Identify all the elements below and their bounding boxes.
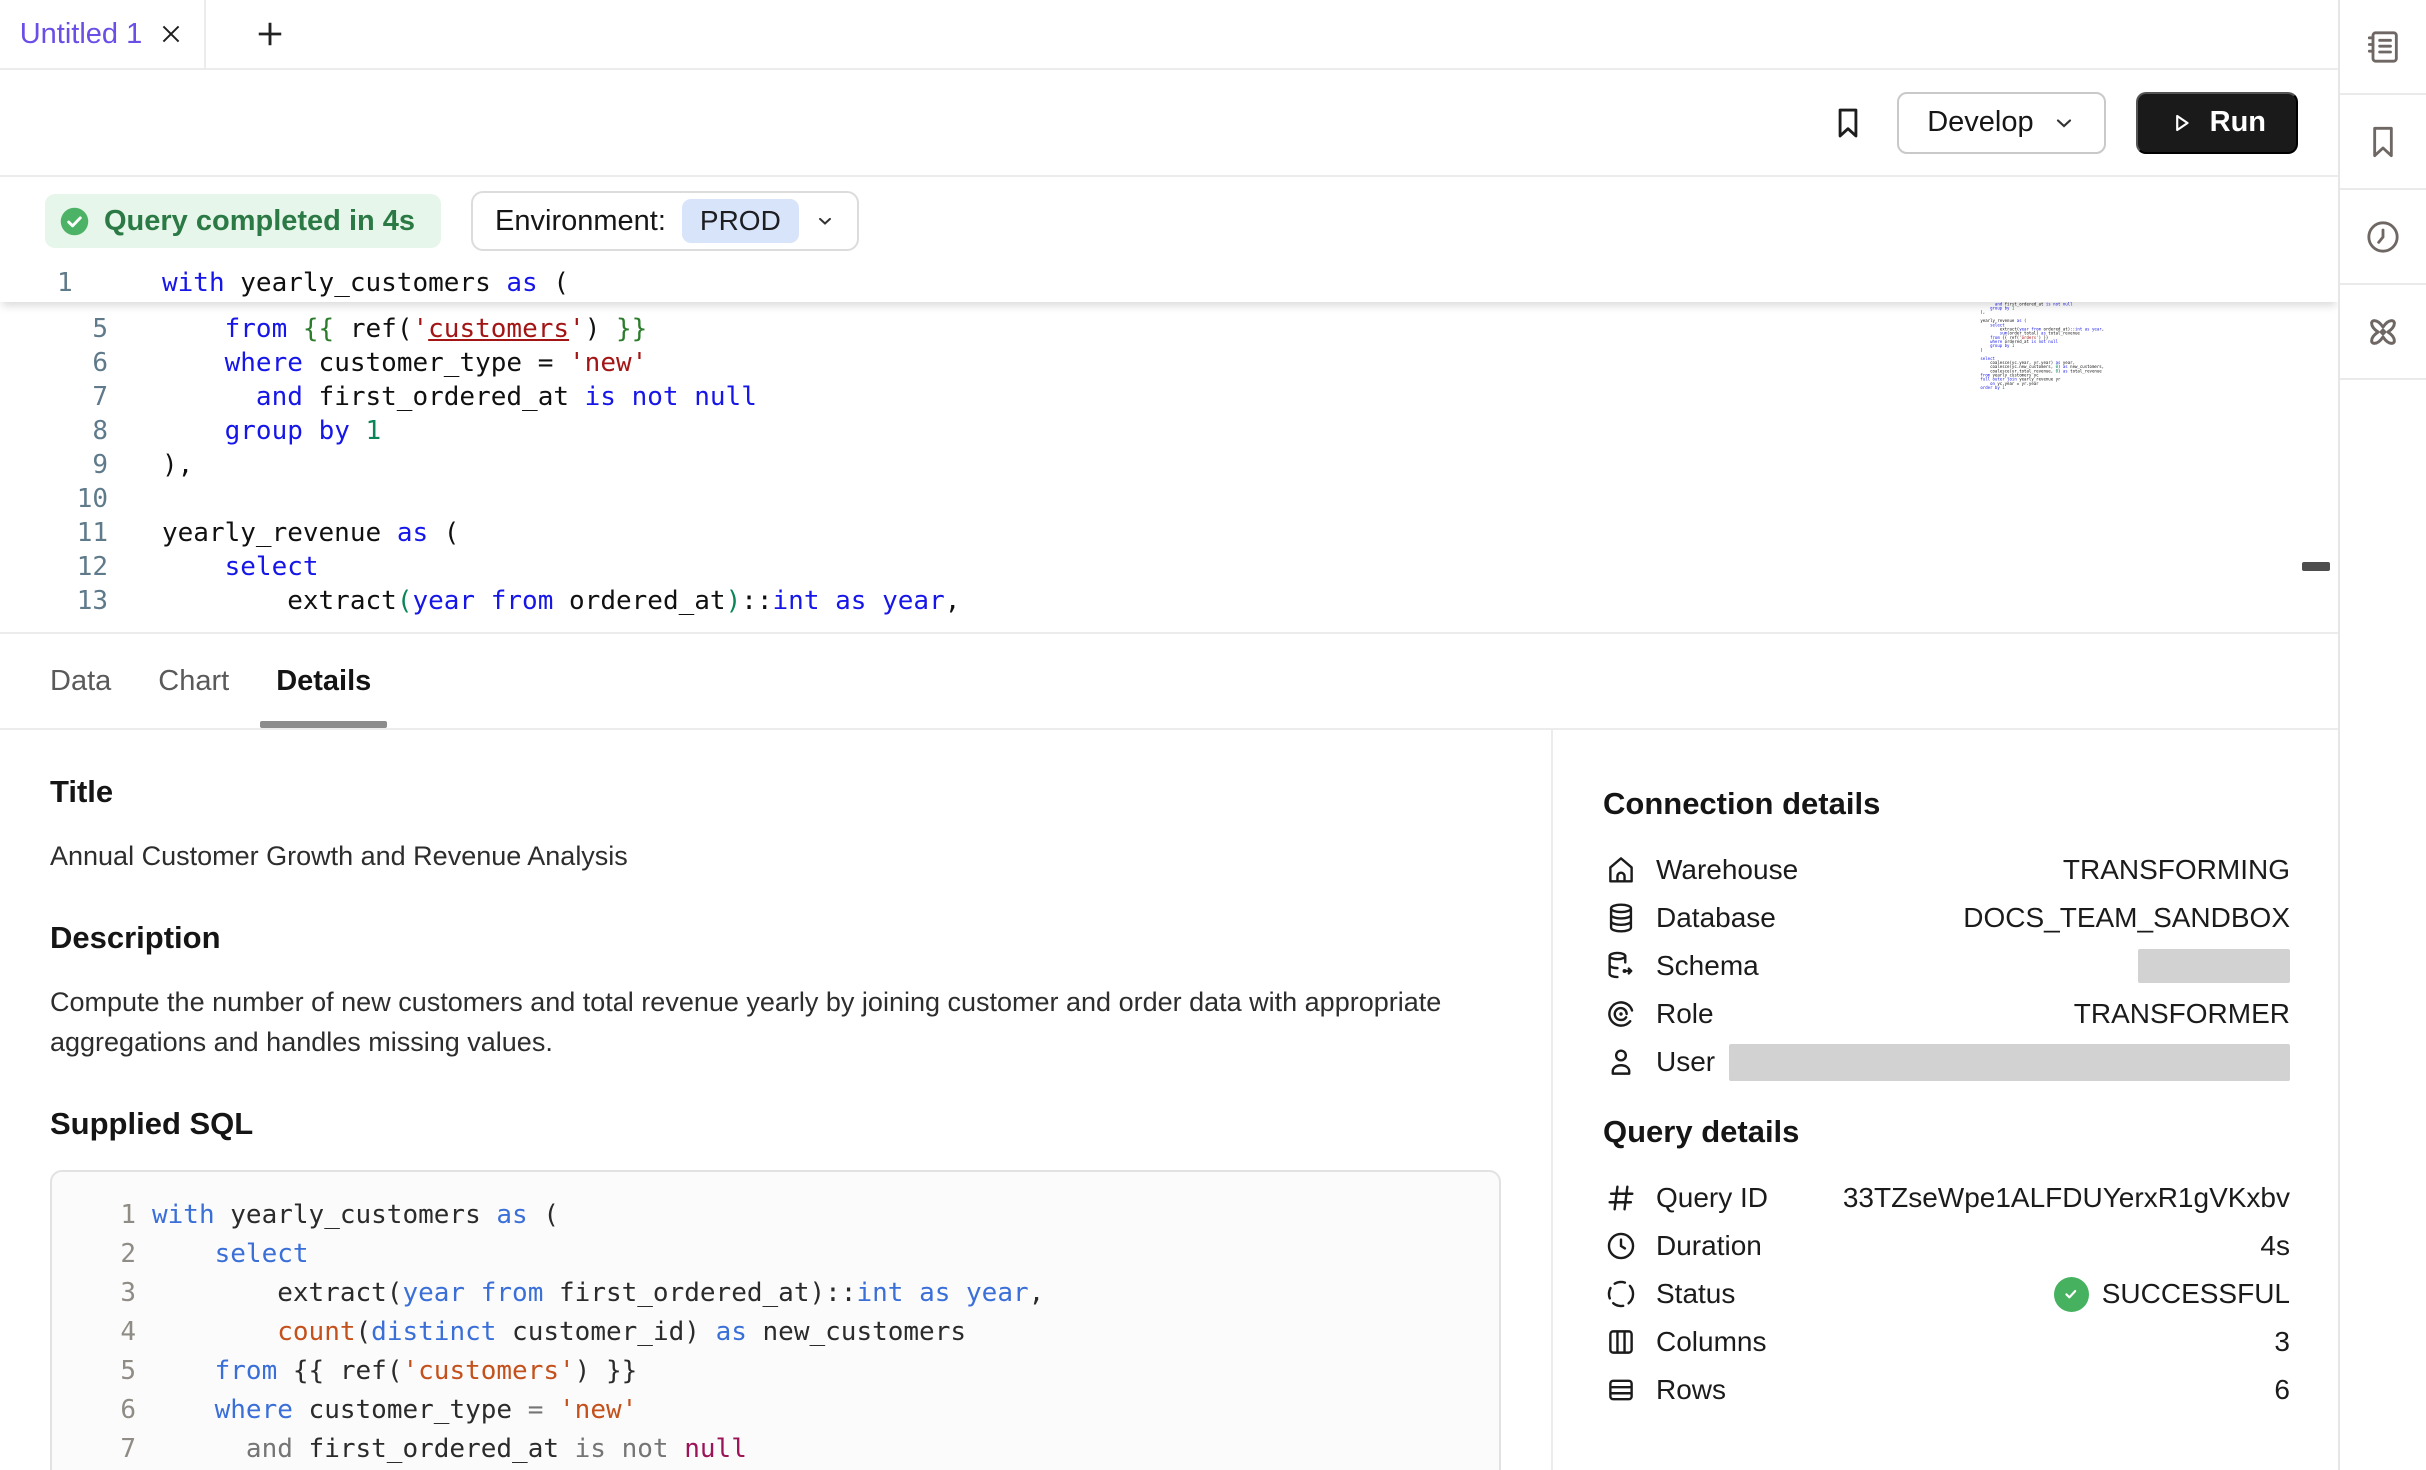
tab-close-icon[interactable] <box>158 21 184 47</box>
columns-icon <box>1603 1324 1639 1360</box>
query-row-id: Query ID 33TZseWpe1ALFDUYerxR1gVKxbv <box>1603 1174 2290 1222</box>
title-heading: Title <box>50 774 1501 810</box>
tab-data[interactable]: Data <box>50 634 111 728</box>
details-left-column: Title Annual Customer Growth and Revenue… <box>0 730 1553 1470</box>
environment-label: Environment: <box>495 205 666 238</box>
develop-dropdown[interactable]: Develop <box>1897 92 2105 154</box>
supplied-sql-code-block: 1with yearly_customers as (2 select3 ext… <box>50 1170 1501 1470</box>
environment-value-chip: PROD <box>682 199 799 243</box>
connection-row-database: Database DOCS_TEAM_SANDBOX <box>1603 894 2290 942</box>
tab-bar: Untitled 1 <box>0 0 2338 70</box>
query-id-value: 33TZseWpe1ALFDUYerxR1gVKxbv <box>1843 1182 2290 1214</box>
details-right-column: Connection details Warehouse TRANSFORMIN… <box>1553 730 2338 1470</box>
status-row: Query completed in 4s Environment: PROD <box>0 177 2338 265</box>
chevron-down-icon <box>815 211 835 231</box>
connection-details-heading: Connection details <box>1603 786 2290 822</box>
user-value-redacted <box>1729 1044 2290 1081</box>
app-window: Untitled 1 Develop Run <box>0 0 2426 1470</box>
columns-value: 3 <box>2274 1326 2290 1358</box>
query-status-pill: Query completed in 4s <box>45 194 441 248</box>
bookmark-icon <box>1829 104 1867 142</box>
semantic-layer-button[interactable] <box>2340 285 2426 380</box>
role-icon <box>1603 996 1639 1032</box>
schema-icon <box>1603 948 1639 984</box>
sql-editor[interactable]: 5 from {{ ref('customers') }}6 where cus… <box>0 265 2338 634</box>
main-area: Untitled 1 Develop Run <box>0 0 2338 1470</box>
history-clock-icon <box>2363 217 2403 257</box>
supplied-sql-heading: Supplied SQL <box>50 1106 1501 1142</box>
connection-row-schema: Schema <box>1603 942 2290 990</box>
tab-details[interactable]: Details <box>276 634 371 728</box>
new-tab-button[interactable] <box>206 0 288 68</box>
query-row-duration: Duration 4s <box>1603 1222 2290 1270</box>
chevron-down-icon <box>2052 111 2076 135</box>
result-tabs: Data Chart Details <box>0 634 2338 730</box>
environment-dropdown[interactable]: Environment: PROD <box>471 191 859 251</box>
rows-icon <box>1603 1372 1639 1408</box>
run-label: Run <box>2210 106 2266 139</box>
duration-value: 4s <box>2260 1230 2290 1262</box>
bookmark-icon <box>2363 122 2403 162</box>
rows-value: 6 <box>2274 1374 2290 1406</box>
title-value: Annual Customer Growth and Revenue Analy… <box>50 836 1501 876</box>
develop-label: Develop <box>1927 106 2033 139</box>
notebook-button[interactable] <box>2340 0 2426 95</box>
tab-untitled-1[interactable]: Untitled 1 <box>0 0 206 68</box>
database-icon <box>1603 900 1639 936</box>
check-circle-icon <box>58 205 91 238</box>
role-value: TRANSFORMER <box>2074 998 2290 1030</box>
description-value: Compute the number of new customers and … <box>50 982 1501 1062</box>
clock-icon <box>1603 1228 1639 1264</box>
plus-icon <box>252 16 288 52</box>
warehouse-icon <box>1603 852 1639 888</box>
toolbar: Develop Run <box>0 70 2338 177</box>
hash-icon <box>1603 1180 1639 1216</box>
mesh-icon <box>2362 311 2404 353</box>
query-status-text: Query completed in 4s <box>104 205 415 238</box>
query-row-columns: Columns 3 <box>1603 1318 2290 1366</box>
editor-scrollbar-thumb[interactable] <box>2302 562 2330 571</box>
description-heading: Description <box>50 920 1501 956</box>
play-icon <box>2168 110 2194 136</box>
query-row-status: Status SUCCESSFUL <box>1603 1270 2290 1318</box>
warehouse-value: TRANSFORMING <box>2063 854 2290 886</box>
query-row-rows: Rows 6 <box>1603 1366 2290 1414</box>
bookmarks-button[interactable] <box>2340 95 2426 190</box>
status-spinner-icon <box>1603 1276 1639 1312</box>
connection-row-user: User <box>1603 1038 2290 1086</box>
query-details-heading: Query details <box>1603 1114 2290 1150</box>
tab-label: Untitled 1 <box>20 18 143 51</box>
editor-sticky-line[interactable]: 1with yearly_customers as ( <box>0 265 2338 302</box>
schema-value-redacted <box>2138 949 2290 983</box>
connection-row-role: Role TRANSFORMER <box>1603 990 2290 1038</box>
notebook-icon <box>2363 27 2403 67</box>
database-value: DOCS_TEAM_SANDBOX <box>1963 902 2290 934</box>
bookmark-button[interactable] <box>1829 104 1867 142</box>
run-button[interactable]: Run <box>2136 92 2298 154</box>
user-icon <box>1603 1044 1639 1080</box>
success-check-icon <box>2054 1277 2089 1312</box>
history-button[interactable] <box>2340 190 2426 285</box>
status-value: SUCCESSFUL <box>2054 1277 2290 1312</box>
tab-chart[interactable]: Chart <box>158 634 229 728</box>
right-icon-rail <box>2338 0 2426 1470</box>
details-panel: Title Annual Customer Growth and Revenue… <box>0 730 2338 1470</box>
rail-filler <box>2340 380 2426 1470</box>
connection-row-warehouse: Warehouse TRANSFORMING <box>1603 846 2290 894</box>
